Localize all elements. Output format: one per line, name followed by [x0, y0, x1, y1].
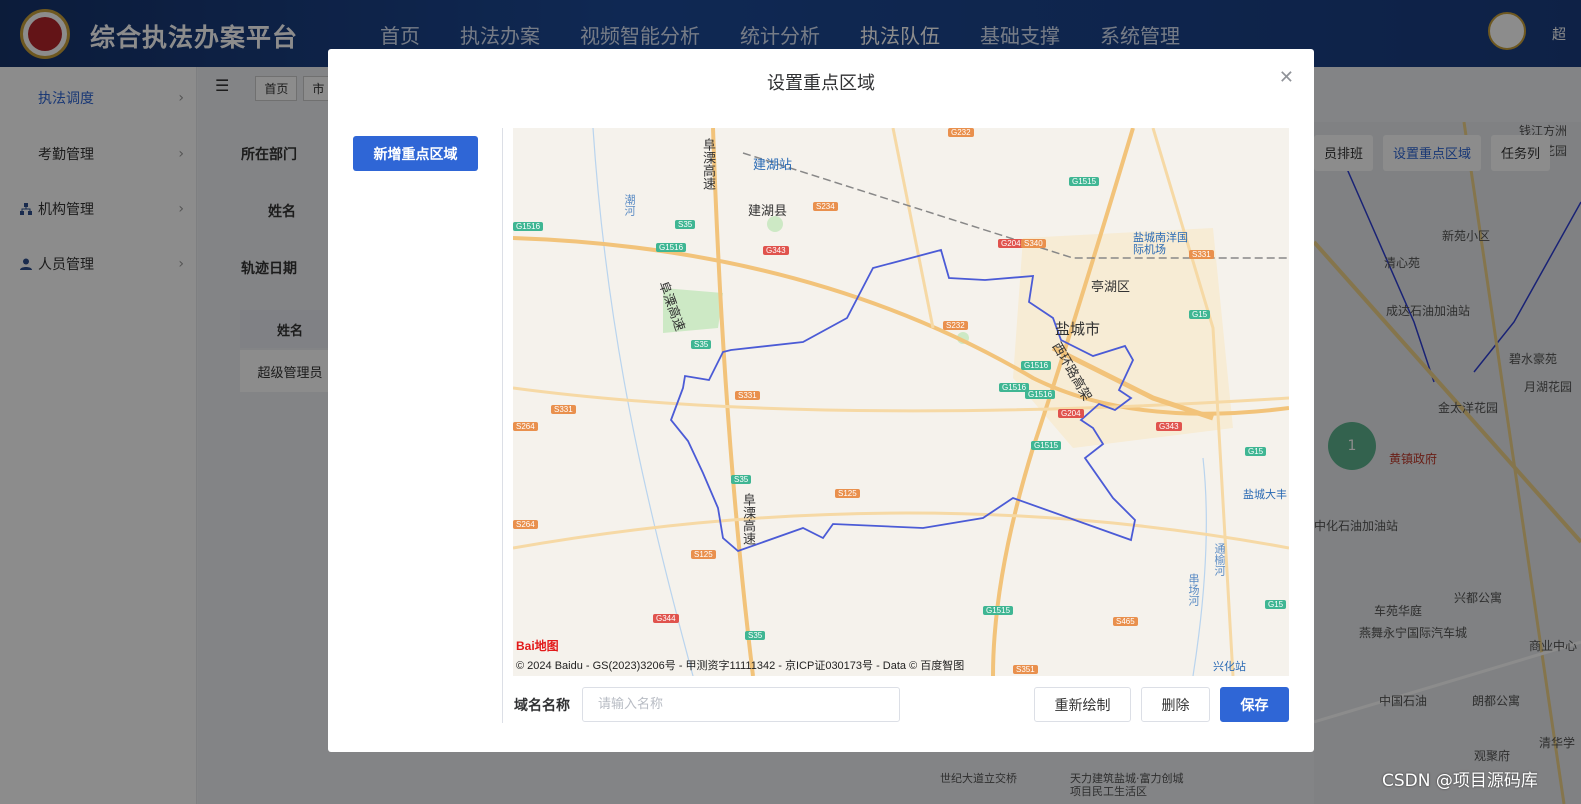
road-tag: G15 — [1245, 447, 1267, 456]
map-label: 阜溧高速 — [740, 493, 755, 545]
map-label: 串场河 — [1187, 573, 1200, 606]
road-tag: G1515 — [1031, 441, 1062, 450]
road-tag: G204 — [998, 239, 1024, 248]
road-tag: G204 — [1058, 409, 1084, 418]
map-label: 盐城大丰 — [1243, 488, 1287, 501]
road-tag: S340 — [1021, 239, 1046, 248]
add-key-area-button[interactable]: 新增重点区域 — [353, 136, 478, 171]
road-tag: S35 — [691, 340, 712, 349]
road-tag: S264 — [513, 422, 538, 431]
road-tag: S331 — [551, 405, 576, 414]
map-canvas[interactable]: 建湖站 建湖县 盐城南洋国际机场 亭湖区 盐城市 西环路高架 阜溧高速 阜溧高速… — [513, 128, 1289, 676]
road-tag: G15 — [1265, 600, 1287, 609]
road-tag: G1515 — [983, 606, 1014, 615]
map-label: 建湖县 — [748, 204, 788, 219]
watermark: CSDN @项目源码库 — [1382, 771, 1538, 791]
map-label: 盐城南洋国际机场 — [1133, 231, 1188, 256]
road-tag: S125 — [835, 489, 860, 498]
road-tag: G343 — [1156, 422, 1182, 431]
road-tag: G232 — [948, 128, 974, 137]
baidu-map-logo: Bai地图 — [516, 639, 559, 653]
map-label: 通榆河 — [1213, 543, 1226, 576]
road-tag: G1516 — [1025, 390, 1056, 399]
divider — [502, 128, 503, 723]
map-label: 建湖站 — [753, 158, 793, 173]
area-name-label: 域名名称 — [514, 698, 570, 714]
road-tag: S35 — [675, 220, 696, 229]
road-tag: G1515 — [1069, 177, 1100, 186]
dialog-title: 设置重点区域 — [767, 73, 875, 94]
road-tag: G1516 — [656, 243, 687, 252]
redraw-button[interactable]: 重新绘制 — [1034, 687, 1131, 722]
road-tag: S125 — [691, 550, 716, 559]
road-tag: S232 — [943, 321, 968, 330]
area-name-input[interactable] — [582, 687, 900, 722]
close-icon[interactable]: ✕ — [1279, 67, 1294, 88]
road-tag: G343 — [763, 246, 789, 255]
road-tag: S35 — [745, 631, 766, 640]
road-tag: G1516 — [513, 222, 544, 231]
map-label: 盐城市 — [1055, 320, 1101, 338]
key-area-dialog: 设置重点区域 ✕ 新增重点区域 建湖站 建湖县 盐城南洋国际机场 亭湖区 盐城市… — [328, 49, 1314, 752]
delete-button[interactable]: 删除 — [1141, 687, 1210, 722]
map-label: 潮河 — [623, 194, 636, 216]
map-label: 阜溧高速 — [700, 138, 715, 190]
road-tag: S331 — [1189, 250, 1214, 259]
road-tag: S331 — [735, 391, 760, 400]
road-tag: G1516 — [1021, 361, 1052, 370]
road-tag: S264 — [513, 520, 538, 529]
save-button[interactable]: 保存 — [1220, 687, 1289, 722]
road-tag: S351 — [1013, 665, 1038, 674]
road-tag: S35 — [731, 475, 752, 484]
road-tag: S234 — [813, 202, 838, 211]
road-tag: G15 — [1189, 310, 1211, 319]
road-tag: G344 — [653, 614, 679, 623]
map-label: 兴化站 — [1213, 660, 1246, 673]
map-label: 亭湖区 — [1091, 280, 1131, 295]
map-copyright: © 2024 Baidu - GS(2023)3206号 - 甲测资字11111… — [516, 660, 965, 672]
road-tag: S465 — [1113, 617, 1138, 626]
